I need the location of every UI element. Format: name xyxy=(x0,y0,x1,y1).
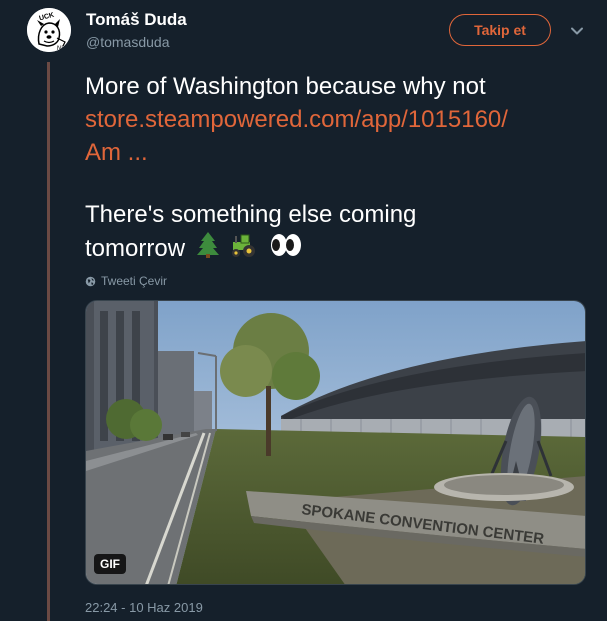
dog-cartoon-avatar-icon: UCK NUT xyxy=(27,8,71,52)
chevron-down-icon[interactable] xyxy=(568,22,586,40)
tweet-line-2: There's something else coming xyxy=(85,201,417,228)
author-name[interactable]: Tomáš Duda xyxy=(86,10,187,30)
tweet-link-line-2[interactable]: Am ... xyxy=(85,136,595,169)
tweet-link-line-1[interactable]: store.steampowered.com/app/1015160/ xyxy=(85,103,595,136)
tweet-text: More of Washington because why not store… xyxy=(85,70,595,268)
author-handle[interactable]: @tomasduda xyxy=(86,34,169,50)
translate-label: Tweeti Çevir xyxy=(101,274,168,288)
evergreen-tree-icon xyxy=(194,231,222,268)
eyes-icon xyxy=(269,231,303,268)
convention-center-scene-image: SPOKANE CONVENTION CENTER xyxy=(86,301,585,584)
follow-button[interactable]: Takip et xyxy=(449,14,551,46)
tractor-icon xyxy=(230,231,260,268)
thread-connector-line xyxy=(47,62,50,621)
tweet-timestamp[interactable]: 22:24 - 10 Haz 2019 xyxy=(85,600,203,615)
tweet-line-1: More of Washington because why not xyxy=(85,73,486,100)
gif-badge: GIF xyxy=(94,554,126,574)
avatar[interactable]: UCK NUT xyxy=(27,8,71,52)
svg-text:NUT: NUT xyxy=(57,46,70,52)
tweet-line-3-text: tomorrow xyxy=(85,234,186,262)
tweet-line-3: tomorrow xyxy=(85,231,595,268)
translate-tweet-link[interactable]: Tweeti Çevir xyxy=(85,274,167,288)
tweet-media-gif[interactable]: SPOKANE CONVENTION CENTER GIF xyxy=(85,300,586,585)
globe-icon xyxy=(85,276,96,286)
